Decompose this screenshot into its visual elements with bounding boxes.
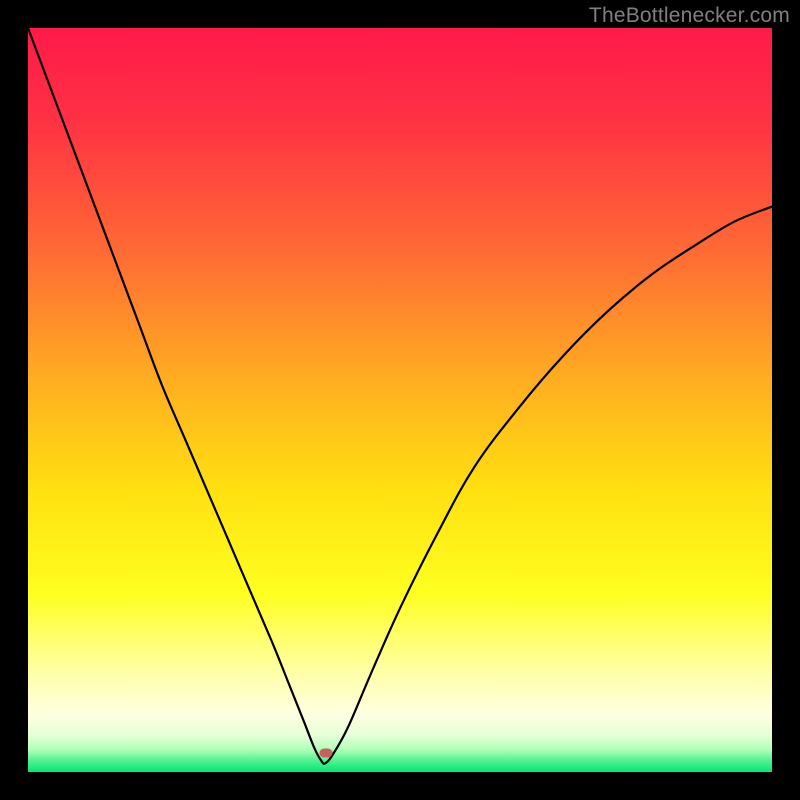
minimum-marker	[319, 748, 332, 757]
watermark-text: TheBottlenecker.com	[589, 4, 790, 28]
chart-stage: TheBottlenecker.com	[0, 0, 800, 800]
plot-gradient-area	[28, 28, 772, 772]
